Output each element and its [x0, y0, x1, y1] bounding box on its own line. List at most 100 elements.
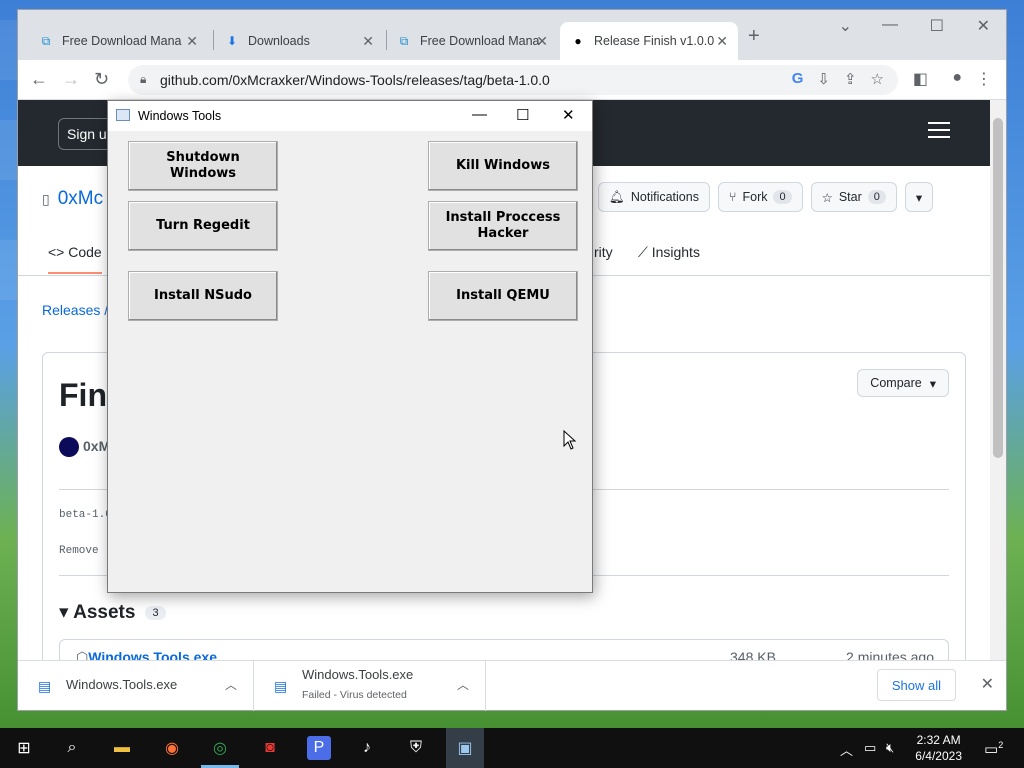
close-icon[interactable]: ✕ [186, 33, 198, 50]
download-filename: Windows.Tools.exe [66, 677, 178, 692]
bookmark-star-icon[interactable]: ☆ [871, 70, 884, 88]
search-icon[interactable]: ⌕ [60, 736, 84, 760]
kill-windows-button[interactable]: Kill Windows [428, 141, 578, 191]
close-icon[interactable]: ✕ [362, 33, 374, 50]
tab-search-icon[interactable]: ⌄ [839, 16, 852, 36]
back-icon[interactable]: ← [30, 69, 48, 90]
download-filename: Windows.Tools.exe [302, 667, 414, 682]
share-icon[interactable]: ⇪ [844, 70, 857, 88]
notifications-button[interactable]: 🔔︎ Notifications [598, 182, 710, 212]
windows-tools-dialog: Windows Tools — ☐ ✕ Shutdown Windows Kil… [107, 100, 593, 593]
reload-icon[interactable]: ↻ [94, 69, 109, 90]
address-bar[interactable]: 🔒︎ github.com/0xMcraxker/Windows-Tools/r… [128, 65, 898, 95]
bell-icon: 🔔︎ [609, 189, 625, 204]
clock[interactable]: 2:32 AM 6/4/2023 [915, 732, 962, 764]
caret-down-icon: ▾ [915, 190, 923, 205]
fdm-icon: ⧉ [41, 33, 51, 48]
tab-strip: ⧉ Free Download Mana ✕ ⬇ Downloads ✕ ⧉ F… [18, 10, 1006, 60]
shutdown-windows-button[interactable]: Shutdown Windows [128, 141, 278, 191]
minimize-icon[interactable]: — [882, 16, 898, 34]
maximize-icon[interactable]: ☐ [516, 106, 529, 124]
fdm-icon: ⧉ [399, 33, 409, 48]
browser-toolbar: ← → ↻ 🔒︎ github.com/0xMcraxker/Windows-T… [18, 60, 1006, 100]
tab-fdm-2[interactable]: ⧉ Free Download Mana ✕ [386, 22, 558, 60]
url-text: github.com/0xMcraxker/Windows-Tools/rele… [160, 72, 550, 88]
breadcrumb-releases[interactable]: Releases / [42, 302, 108, 318]
profile-icon[interactable]: ● [952, 69, 962, 87]
caret-down-icon: ▾ [929, 376, 936, 391]
tab-fdm-1[interactable]: ⧉ Free Download Mana ✕ [28, 22, 208, 60]
assets-toggle[interactable]: ▾ Assets 3 [59, 601, 166, 624]
tab-downloads[interactable]: ⬇ Downloads ✕ [214, 22, 384, 60]
star-dropdown-button[interactable]: ▾ [904, 182, 934, 212]
compare-button[interactable]: Compare ▾ [857, 369, 949, 397]
show-all-button[interactable]: Show all [876, 669, 956, 701]
new-tab-button[interactable]: + [748, 25, 760, 48]
side-panel-icon[interactable]: ◧ [913, 69, 928, 89]
close-icon[interactable]: ✕ [716, 33, 728, 50]
page-scrollbar[interactable] [990, 100, 1006, 660]
turn-regedit-button[interactable]: Turn Regedit [128, 201, 278, 251]
tab-code[interactable]: <> Code [48, 244, 102, 274]
close-window-icon[interactable]: ✕ [977, 16, 990, 36]
close-icon[interactable]: ✕ [981, 674, 994, 694]
tab-label: Free Download Mana [420, 34, 540, 48]
fork-icon: ⑂ [728, 190, 737, 204]
package-icon: ⬡ [76, 649, 89, 660]
install-app-icon[interactable]: ⇩ [817, 70, 830, 88]
windows-start-icon[interactable]: ⊞ [12, 736, 36, 760]
volume-muted-icon[interactable]: 🔇︎ [886, 740, 894, 756]
chrome-icon[interactable]: ◎ [208, 736, 232, 760]
file-explorer-icon[interactable]: ▬ [110, 736, 134, 760]
recorder-icon[interactable]: ◙ [258, 736, 282, 760]
network-icon[interactable]: ▭ [864, 740, 876, 756]
dialog-titlebar[interactable]: Windows Tools — ☐ ✕ [108, 101, 592, 131]
chevron-up-icon[interactable]: ︿ [457, 676, 469, 693]
lock-icon[interactable]: 🔒︎ [140, 72, 146, 87]
notification-center-icon[interactable]: ▭2 [984, 740, 1003, 758]
tag-text: beta-1.0 [59, 509, 112, 521]
taskbar: ⊞ ⌕ ▬ ◉ ◎ ◙ P ♪ ⛨ ▣ ︿ ▭ 🔇︎ 2:32 AM 6/4/2… [0, 728, 1024, 768]
close-icon[interactable]: ✕ [562, 106, 575, 124]
asset-size: 348 KB [730, 649, 776, 660]
tab-label: Release Finish v1.0.0 [594, 34, 715, 48]
github-icon: ● [574, 34, 582, 48]
install-nsudo-button[interactable]: Install NSudo [128, 271, 278, 321]
menu-kebab-icon[interactable]: ⋮ [976, 69, 992, 89]
download-item[interactable]: ▤ Windows.Tools.exe ︿ [18, 661, 254, 711]
google-icon[interactable]: G [792, 70, 804, 88]
star-button[interactable]: ☆ Star 0 [810, 182, 897, 212]
shield-icon[interactable]: ⛨ [404, 736, 428, 760]
install-process-hacker-button[interactable]: Install Proccess Hacker [428, 201, 578, 251]
p-app-icon[interactable]: P [307, 736, 331, 760]
repo-actions: 🔔︎ Notifications ⑂ Fork 0 ☆ Star 0 ▾ [598, 182, 934, 212]
clock-time: 2:32 AM [916, 733, 961, 747]
tab-insights[interactable]: ⟋ Insights [638, 244, 700, 261]
download-item-failed[interactable]: ▤ Windows.Tools.exe Failed - Virus detec… [254, 661, 486, 711]
minimize-icon[interactable]: — [472, 106, 487, 123]
install-qemu-button[interactable]: Install QEMU [428, 271, 578, 321]
code-icon: <> [48, 244, 65, 260]
maximize-icon[interactable]: ☐ [930, 16, 944, 36]
chevron-up-icon[interactable]: ︿ [840, 740, 853, 759]
desktop-icon-partial[interactable] [0, 20, 18, 80]
hamburger-menu-icon[interactable] [928, 122, 950, 143]
tab-github-release[interactable]: ● Release Finish v1.0.0 ✕ [560, 22, 738, 60]
close-icon[interactable]: ✕ [536, 33, 548, 50]
forward-icon[interactable]: → [62, 69, 80, 90]
desktop-icon-partial[interactable] [0, 240, 18, 300]
avatar[interactable] [59, 437, 79, 457]
asset-time: 2 minutes ago [846, 649, 934, 660]
asset-link[interactable]: ⬡Windows.Tools.exe [76, 649, 217, 660]
firefox-icon[interactable]: ◉ [160, 736, 184, 760]
repo-title[interactable]: ▯ 0xMc [42, 188, 103, 210]
graph-icon: ⟋ [638, 244, 648, 260]
fork-button[interactable]: ⑂ Fork 0 [717, 182, 803, 212]
downloads-bar: ▤ Windows.Tools.exe ︿ ▤ Windows.Tools.ex… [18, 660, 1006, 711]
scrollbar-thumb[interactable] [993, 118, 1003, 458]
tab-security[interactable]: rity [594, 244, 613, 260]
tiktok-icon[interactable]: ♪ [355, 736, 379, 760]
chevron-up-icon[interactable]: ︿ [225, 676, 237, 693]
assets-count: 3 [145, 605, 166, 620]
desktop-icon-partial[interactable] [0, 120, 18, 180]
